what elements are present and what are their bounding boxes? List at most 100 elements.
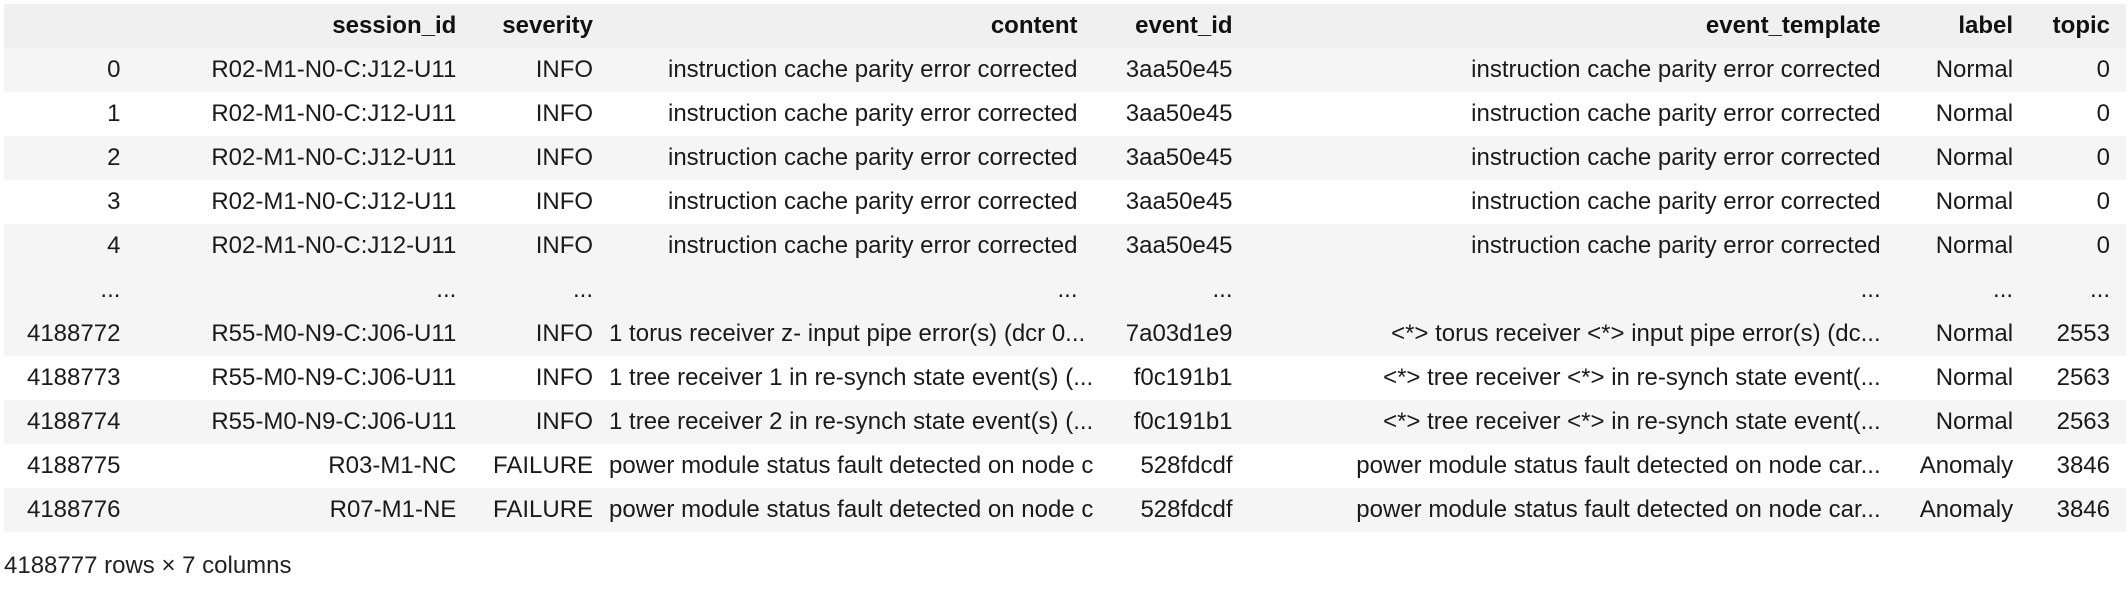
cell-event-template: instruction cache parity error corrected [1248,92,1897,136]
row-index: ... [4,268,137,312]
cell-label: Anomaly [1896,444,2030,488]
cell-label: Normal [1896,224,2030,268]
cell-event-template: ... [1248,268,1897,312]
cell-label: Normal [1896,48,2030,92]
cell-severity: ... [472,268,610,312]
cell-severity: INFO [472,92,610,136]
cell-session-id: R02-M1-N0-C:J12-U11 [136,136,473,180]
cell-event-id: 7a03d1e9 [1093,312,1249,356]
cell-event-id: f0c191b1 [1093,400,1249,444]
cell-session-id: ... [136,268,473,312]
header-row: session_id severity content event_id eve… [4,4,2126,48]
table-row: 4188775 R03-M1-NC FAILURE power module s… [4,444,2126,488]
cell-content: instruction cache parity error corrected [609,224,1094,268]
cell-topic: 2563 [2029,400,2126,444]
cell-label: Normal [1896,92,2030,136]
cell-event-id: ... [1093,268,1249,312]
cell-topic: 0 [2029,48,2126,92]
cell-topic: 2563 [2029,356,2126,400]
table-row: 2 R02-M1-N0-C:J12-U11 INFO instruction c… [4,136,2126,180]
cell-severity: INFO [472,400,610,444]
table-row: 4188772 R55-M0-N9-C:J06-U11 INFO 1 torus… [4,312,2126,356]
row-index: 4188774 [4,400,137,444]
cell-content: 1 tree receiver 1 in re-synch state even… [609,356,1094,400]
cell-content: ... [609,268,1094,312]
row-index: 0 [4,48,137,92]
cell-content: 1 tree receiver 2 in re-synch state even… [609,400,1094,444]
cell-topic: ... [2029,268,2126,312]
cell-event-id: 3aa50e45 [1093,92,1249,136]
index-header [4,4,137,48]
row-index: 2 [4,136,137,180]
cell-severity: FAILURE [472,488,610,532]
cell-event-id: f0c191b1 [1093,356,1249,400]
cell-topic: 0 [2029,180,2126,224]
cell-event-id: 3aa50e45 [1093,224,1249,268]
cell-label: ... [1896,268,2030,312]
row-index: 4188775 [4,444,137,488]
cell-event-template: instruction cache parity error corrected [1248,224,1897,268]
cell-severity: FAILURE [472,444,610,488]
cell-content: instruction cache parity error corrected [609,180,1094,224]
cell-severity: INFO [472,136,610,180]
cell-event-template: instruction cache parity error corrected [1248,180,1897,224]
cell-label: Normal [1896,400,2030,444]
cell-event-id: 3aa50e45 [1093,48,1249,92]
cell-event-id: 528fdcdf [1093,444,1249,488]
column-header-event-template: event_template [1248,4,1897,48]
column-header-topic: topic [2029,4,2126,48]
cell-content: instruction cache parity error corrected [609,136,1094,180]
cell-session-id: R55-M0-N9-C:J06-U11 [136,312,473,356]
cell-content: 1 torus receiver z- input pipe error(s) … [609,312,1094,356]
row-index: 4188773 [4,356,137,400]
cell-label: Anomaly [1896,488,2030,532]
cell-label: Normal [1896,180,2030,224]
cell-session-id: R02-M1-N0-C:J12-U11 [136,92,473,136]
table-row: 0 R02-M1-N0-C:J12-U11 INFO instruction c… [4,48,2126,92]
row-index: 1 [4,92,137,136]
cell-topic: 0 [2029,92,2126,136]
cell-content: instruction cache parity error corrected [609,48,1094,92]
cell-severity: INFO [472,312,610,356]
cell-content: power module status fault detected on no… [609,488,1094,532]
column-header-session-id: session_id [136,4,473,48]
cell-session-id: R55-M0-N9-C:J06-U11 [136,356,473,400]
cell-topic: 0 [2029,136,2126,180]
column-header-content: content [609,4,1094,48]
cell-label: Normal [1896,356,2030,400]
row-index: 4 [4,224,137,268]
cell-session-id: R07-M1-NE [136,488,473,532]
column-header-event-id: event_id [1093,4,1249,48]
dataframe-output: session_id severity content event_id eve… [0,0,2128,590]
cell-topic: 2553 [2029,312,2126,356]
cell-severity: INFO [472,224,610,268]
cell-label: Normal [1896,136,2030,180]
cell-event-id: 3aa50e45 [1093,136,1249,180]
cell-topic: 3846 [2029,444,2126,488]
cell-session-id: R02-M1-N0-C:J12-U11 [136,48,473,92]
row-index: 4188776 [4,488,137,532]
cell-event-template: <*> tree receiver <*> in re-synch state … [1248,356,1897,400]
cell-severity: INFO [472,180,610,224]
table-row: 4188773 R55-M0-N9-C:J06-U11 INFO 1 tree … [4,356,2126,400]
ellipsis-row: ... ... ... ... ... ... ... ... [4,268,2126,312]
cell-severity: INFO [472,48,610,92]
cell-event-template: power module status fault detected on no… [1248,444,1897,488]
cell-event-id: 528fdcdf [1093,488,1249,532]
table-row: 4188776 R07-M1-NE FAILURE power module s… [4,488,2126,532]
table-row: 4 R02-M1-N0-C:J12-U11 INFO instruction c… [4,224,2126,268]
table-row: 1 R02-M1-N0-C:J12-U11 INFO instruction c… [4,92,2126,136]
cell-topic: 3846 [2029,488,2126,532]
column-header-label: label [1896,4,2030,48]
cell-event-template: <*> torus receiver <*> input pipe error(… [1248,312,1897,356]
cell-topic: 0 [2029,224,2126,268]
cell-event-id: 3aa50e45 [1093,180,1249,224]
row-index: 3 [4,180,137,224]
cell-session-id: R55-M0-N9-C:J06-U11 [136,400,473,444]
cell-event-template: instruction cache parity error corrected [1248,48,1897,92]
cell-session-id: R03-M1-NC [136,444,473,488]
cell-label: Normal [1896,312,2030,356]
column-header-severity: severity [472,4,610,48]
cell-session-id: R02-M1-N0-C:J12-U11 [136,224,473,268]
dataframe-table: session_id severity content event_id eve… [4,4,2126,532]
